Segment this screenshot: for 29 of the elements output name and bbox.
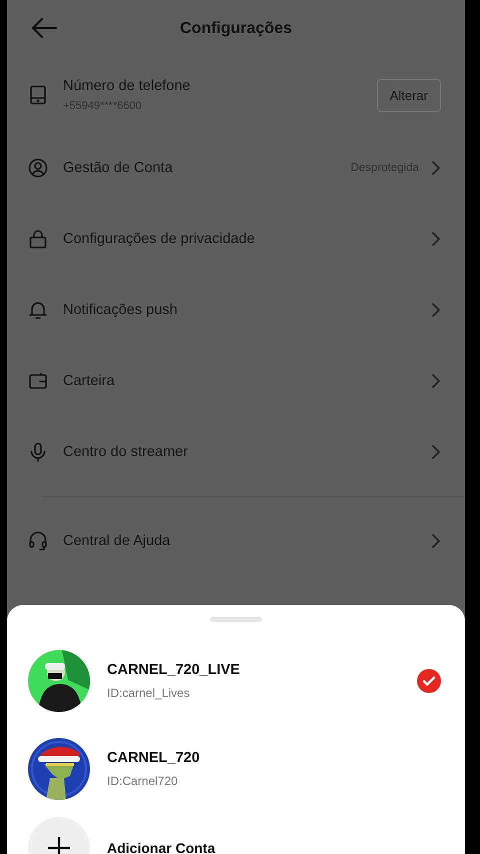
account-id: ID:carnel_Lives [107, 686, 191, 700]
back-icon[interactable] [30, 17, 58, 39]
chevron-icon[interactable] [431, 302, 441, 318]
chevron-icon[interactable] [431, 532, 441, 548]
phone-icon [28, 85, 48, 105]
person-icon [28, 158, 48, 178]
chevron-icon[interactable] [431, 372, 441, 388]
account-name[interactable]: CARNEL_720_LIVE [107, 662, 417, 678]
setting-label[interactable]: Notificações push [63, 302, 431, 318]
setting-label[interactable]: Número de telefone [63, 78, 377, 94]
setting-label[interactable]: Gestão de Conta [63, 160, 351, 176]
setting-label[interactable]: Centro do streamer [63, 444, 431, 460]
bell-icon [28, 300, 48, 320]
microphone-icon [28, 442, 48, 462]
chevron-icon[interactable] [431, 230, 441, 246]
chevron-icon[interactable] [431, 444, 441, 460]
setting-label[interactable]: Configurações de privacidade [63, 230, 431, 246]
page-title: Configurações [180, 20, 292, 38]
wallet-icon [28, 370, 48, 390]
chevron-icon[interactable] [431, 160, 441, 176]
account-id: ID:Carnel720 [107, 774, 179, 788]
setting-label[interactable]: Central de Ajuda [63, 532, 431, 548]
setting-label[interactable]: Carteira [63, 372, 431, 388]
change-button[interactable]: Alterar [376, 78, 441, 112]
account-name[interactable]: CARNEL_720 [107, 750, 417, 766]
drag-handle[interactable] [210, 617, 262, 622]
lock-icon [28, 228, 48, 248]
headset-icon [28, 530, 48, 550]
add-account-label[interactable]: Adicionar Conta [107, 840, 216, 854]
